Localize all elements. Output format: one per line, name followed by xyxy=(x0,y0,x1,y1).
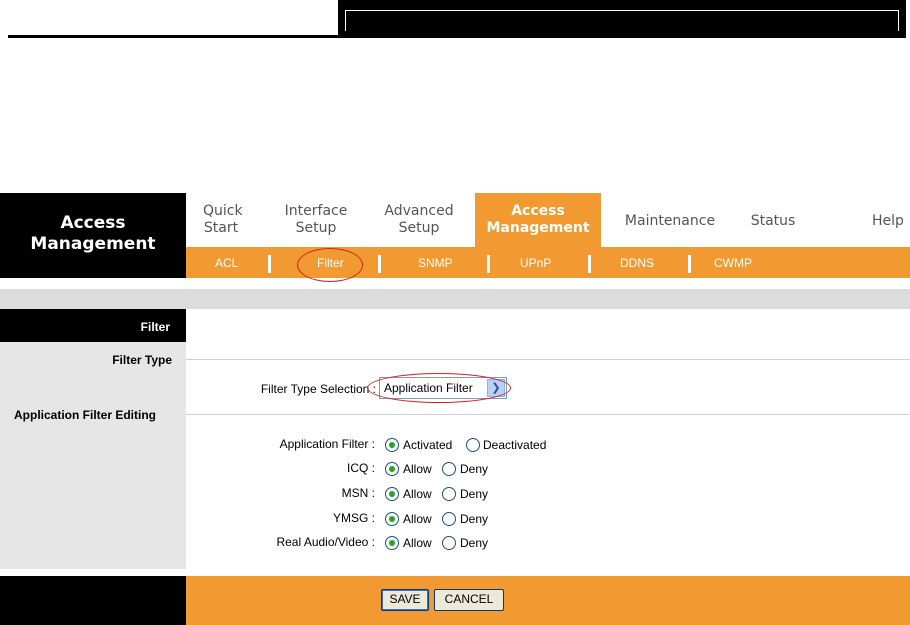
save-button[interactable]: SAVE xyxy=(381,589,429,611)
tab-label-2: Setup xyxy=(398,220,440,236)
section-label-filter-type: Filter Type xyxy=(112,353,172,367)
page-logo: Access Management xyxy=(0,193,186,278)
real-audio-video-deny-label: Deny xyxy=(460,536,489,550)
msn-label: MSN : xyxy=(341,486,375,500)
msn-deny-label: Deny xyxy=(460,487,489,501)
ymsg-deny-radio[interactable] xyxy=(442,512,456,526)
icq-allow-radio[interactable] xyxy=(385,462,399,476)
tab-label-2: Setup xyxy=(295,220,337,236)
tab-quick-start[interactable]: Quick Start xyxy=(203,203,243,237)
divider xyxy=(186,359,910,360)
ymsg-allow-label: Allow xyxy=(403,512,432,526)
subnav-separator xyxy=(378,255,381,273)
subnav-snmp[interactable]: SNMP xyxy=(418,256,453,270)
app-filter-activated-radio[interactable] xyxy=(385,438,399,452)
icq-deny-radio[interactable] xyxy=(442,462,456,476)
subnav-cwmp[interactable]: CWMP xyxy=(714,256,752,270)
cancel-button[interactable]: CANCEL xyxy=(434,589,504,611)
subnav-separator xyxy=(487,255,490,273)
tab-label-1: Quick xyxy=(203,203,243,219)
section-title-filter: Filter xyxy=(0,309,186,342)
app-filter-label: Application Filter : xyxy=(279,437,375,451)
tab-access-management[interactable]: Access Management xyxy=(475,193,601,247)
app-filter-activated-label: Activated xyxy=(403,438,453,452)
highlight-ellipse-filter-type xyxy=(367,373,511,403)
header-spacer-bar xyxy=(0,289,910,309)
document-header-bar-inner xyxy=(345,10,899,31)
app-filter-deactivated-radio[interactable] xyxy=(466,438,480,452)
msn-deny-radio[interactable] xyxy=(442,487,456,501)
msn-allow-radio[interactable] xyxy=(385,487,399,501)
footer-button-bar xyxy=(186,576,910,625)
section-label-app-filter-editing: Application Filter Editing xyxy=(14,408,156,422)
icq-deny-label: Deny xyxy=(460,462,489,476)
subnav-acl[interactable]: ACL xyxy=(215,256,238,270)
document-header-rule xyxy=(8,35,338,38)
app-filter-deactivated-label: Deactivated xyxy=(483,438,547,452)
ymsg-allow-radio[interactable] xyxy=(385,512,399,526)
subnav-separator xyxy=(588,255,591,273)
tab-maintenance[interactable]: Maintenance xyxy=(618,213,722,230)
tab-advanced-setup[interactable]: Advanced Setup xyxy=(378,203,460,237)
tab-label-1: Access xyxy=(511,203,565,219)
subnav-separator xyxy=(268,255,271,273)
subnav-separator xyxy=(688,255,691,273)
tab-help[interactable]: Help xyxy=(868,213,908,230)
router-panel: Access Management Quick Start Interface … xyxy=(0,193,910,625)
tab-status[interactable]: Status xyxy=(747,213,799,230)
msn-allow-label: Allow xyxy=(403,487,432,501)
document-header-bar xyxy=(338,0,906,38)
icq-label: ICQ : xyxy=(346,461,375,475)
tab-label-2: Management xyxy=(486,220,590,236)
real-audio-video-allow-radio[interactable] xyxy=(385,536,399,550)
ymsg-label: YMSG : xyxy=(332,511,375,525)
tab-label-1: Advanced xyxy=(384,203,454,219)
logo-line-1: Access xyxy=(60,213,126,233)
highlight-ellipse-filter xyxy=(297,248,363,282)
left-label-column xyxy=(0,309,186,569)
tab-interface-setup[interactable]: Interface Setup xyxy=(280,203,352,237)
icq-allow-label: Allow xyxy=(403,462,432,476)
real-audio-video-label: Real Audio/Video : xyxy=(276,535,375,549)
sub-navigation: ACL Filter SNMP UPnP DDNS CWMP xyxy=(186,247,910,278)
real-audio-video-deny-radio[interactable] xyxy=(442,536,456,550)
subnav-ddns[interactable]: DDNS xyxy=(620,256,654,270)
footer-left-block xyxy=(0,576,186,625)
tab-label-2: Start xyxy=(203,220,239,236)
subnav-upnp[interactable]: UPnP xyxy=(520,256,551,270)
real-audio-video-allow-label: Allow xyxy=(403,536,432,550)
logo-line-2: Management xyxy=(30,234,156,254)
top-navigation: Quick Start Interface Setup Advanced Set… xyxy=(186,193,910,247)
ymsg-deny-label: Deny xyxy=(460,512,489,526)
divider xyxy=(186,414,910,415)
filter-type-selection-label: Filter Type Selection : xyxy=(260,382,376,396)
tab-label-1: Interface xyxy=(284,203,348,219)
